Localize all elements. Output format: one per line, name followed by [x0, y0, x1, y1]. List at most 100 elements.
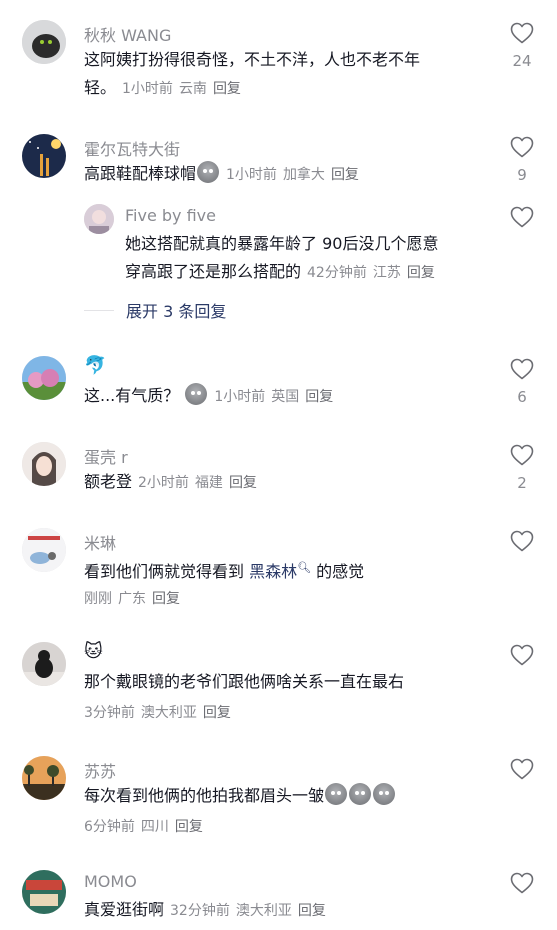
sticker-emoji-icon: [197, 161, 220, 183]
heart-icon: [510, 206, 534, 228]
expand-label: 展开 3 条回复: [126, 302, 227, 321]
like-button[interactable]: [509, 872, 535, 894]
sticker-emoji-icon: [373, 783, 396, 805]
timestamp: 42分钟前: [307, 265, 367, 281]
reply-button[interactable]: 回复: [213, 81, 241, 97]
timestamp: 6分钟前: [84, 819, 135, 835]
avatar[interactable]: [22, 528, 66, 572]
location: 广东: [118, 591, 146, 607]
comment-text: 那个戴眼镜的老爷们跟他俩啥关系一直在最右: [84, 672, 405, 691]
sticker-emoji-icon: [325, 783, 348, 805]
heart-icon: [510, 758, 534, 780]
reply-avatar[interactable]: [84, 204, 114, 234]
reply-button[interactable]: 回复: [298, 903, 326, 919]
reply-button[interactable]: 回复: [331, 167, 359, 183]
username[interactable]: 霍尔瓦特大街: [84, 136, 180, 160]
location: 云南: [178, 81, 207, 97]
comment-text-tail: 的感觉: [311, 562, 365, 581]
heart-icon: [510, 22, 534, 44]
sticker-emoji-icon: [185, 383, 208, 405]
comment-text: 真爱逛街啊: [84, 900, 165, 919]
timestamp: 1小时前: [226, 167, 277, 183]
avatar[interactable]: [22, 756, 66, 800]
reply-text-tail: 穿高跟了还是那么搭配的: [125, 262, 302, 281]
like-count: 6: [517, 388, 527, 406]
like-button[interactable]: 24: [509, 22, 535, 70]
comment-text-line2: 轻。 1小时前 云南 回复: [84, 74, 241, 103]
search-icon[interactable]: 🔍︎: [297, 561, 311, 574]
comment-text: 额老登: [84, 472, 133, 491]
heart-icon: [510, 136, 534, 158]
reply-button[interactable]: 回复: [152, 591, 180, 607]
like-count: 24: [512, 52, 532, 70]
avatar[interactable]: [22, 642, 66, 686]
avatar[interactable]: [22, 20, 66, 64]
heart-icon: [510, 872, 534, 894]
comment-text: 每次看到他俩的他拍我都眉头一皱: [84, 786, 325, 805]
reply-text: 她这搭配就真的暴露年龄了 90后没几个愿意: [125, 234, 439, 253]
like-button[interactable]: [509, 758, 535, 780]
like-button[interactable]: [509, 530, 535, 552]
like-button[interactable]: 9: [509, 136, 535, 184]
like-button[interactable]: 2: [509, 444, 535, 492]
comment-text-line: 高跟鞋配棒球帽 1小时前 加拿大 回复: [84, 160, 359, 189]
avatar[interactable]: [22, 870, 66, 914]
timestamp: 刚刚: [84, 591, 112, 607]
reply-button[interactable]: 回复: [175, 819, 203, 835]
timestamp: 3分钟前: [84, 705, 135, 721]
comment-text-line: 这...有气质？ 1小时前 英国 回复: [84, 382, 333, 411]
like-button[interactable]: 6: [509, 358, 535, 406]
comment-text-line: 额老登 2小时前 福建 回复: [84, 468, 257, 497]
avatar[interactable]: [22, 134, 66, 178]
sticker-emoji-icon: [349, 783, 372, 805]
location: 澳大利亚: [140, 705, 197, 721]
timestamp: 32分钟前: [170, 903, 230, 919]
comment-text-line: 看到他们俩就觉得看到 黑森林🔍︎ 的感觉: [84, 554, 364, 586]
heart-icon: [510, 530, 534, 552]
username[interactable]: 秋秋 WANG: [84, 22, 171, 46]
expand-replies-button[interactable]: 展开 3 条回复: [84, 298, 226, 322]
like-count: 2: [517, 474, 527, 492]
reply-username[interactable]: Five by five: [125, 206, 216, 225]
timestamp: 1小时前: [122, 81, 173, 97]
username[interactable]: MOMO: [84, 872, 137, 891]
reply-button[interactable]: 回复: [229, 475, 257, 491]
timestamp: 2小时前: [138, 475, 189, 491]
username[interactable]: 蛋壳 r: [84, 444, 128, 468]
location: 江苏: [372, 265, 401, 281]
comment-text: 看到他们俩就觉得看到: [84, 562, 250, 581]
location: 澳大利亚: [235, 903, 292, 919]
comment-text: 这阿姨打扮得很奇怪，不土不洋，人也不老不年: [84, 50, 421, 69]
reply-text-line2: 穿高跟了还是那么搭配的 42分钟前 江苏 回复: [125, 258, 435, 287]
search-link[interactable]: 黑森林: [249, 562, 297, 581]
location: 英国: [271, 389, 300, 405]
avatar[interactable]: [22, 356, 66, 400]
location: 加拿大: [282, 167, 325, 183]
heart-icon: [510, 444, 534, 466]
username-emoji[interactable]: 🐬: [84, 355, 106, 376]
divider: [84, 309, 114, 311]
username-emoji[interactable]: 🐱: [84, 641, 103, 662]
heart-icon: [510, 644, 534, 666]
comment-meta: 6分钟前 四川 回复: [84, 816, 209, 836]
comment-text: 高跟鞋配棒球帽: [84, 164, 197, 183]
like-count: 9: [517, 166, 527, 184]
username[interactable]: 米琳: [84, 530, 116, 554]
comment-text-line: 每次看到他俩的他拍我都眉头一皱: [84, 782, 396, 810]
avatar[interactable]: [22, 442, 66, 486]
username[interactable]: 苏苏: [84, 758, 116, 782]
location: 福建: [194, 475, 223, 491]
like-button[interactable]: [509, 644, 535, 666]
comment-meta: 3分钟前 澳大利亚 回复: [84, 702, 237, 722]
comment-text-tail: 轻。: [84, 78, 117, 97]
location: 四川: [140, 819, 169, 835]
reply-button[interactable]: 回复: [305, 389, 333, 405]
reply-button[interactable]: 回复: [407, 265, 435, 281]
comment-text-line: 真爱逛街啊 32分钟前 澳大利亚 回复: [84, 896, 326, 925]
timestamp: 1小时前: [214, 389, 266, 405]
comment-text: 这...有气质？: [84, 386, 180, 405]
comment-meta: 刚刚 广东 回复: [84, 588, 186, 608]
reply-button[interactable]: 回复: [203, 705, 231, 721]
like-button[interactable]: [509, 206, 535, 228]
heart-icon: [510, 358, 534, 380]
